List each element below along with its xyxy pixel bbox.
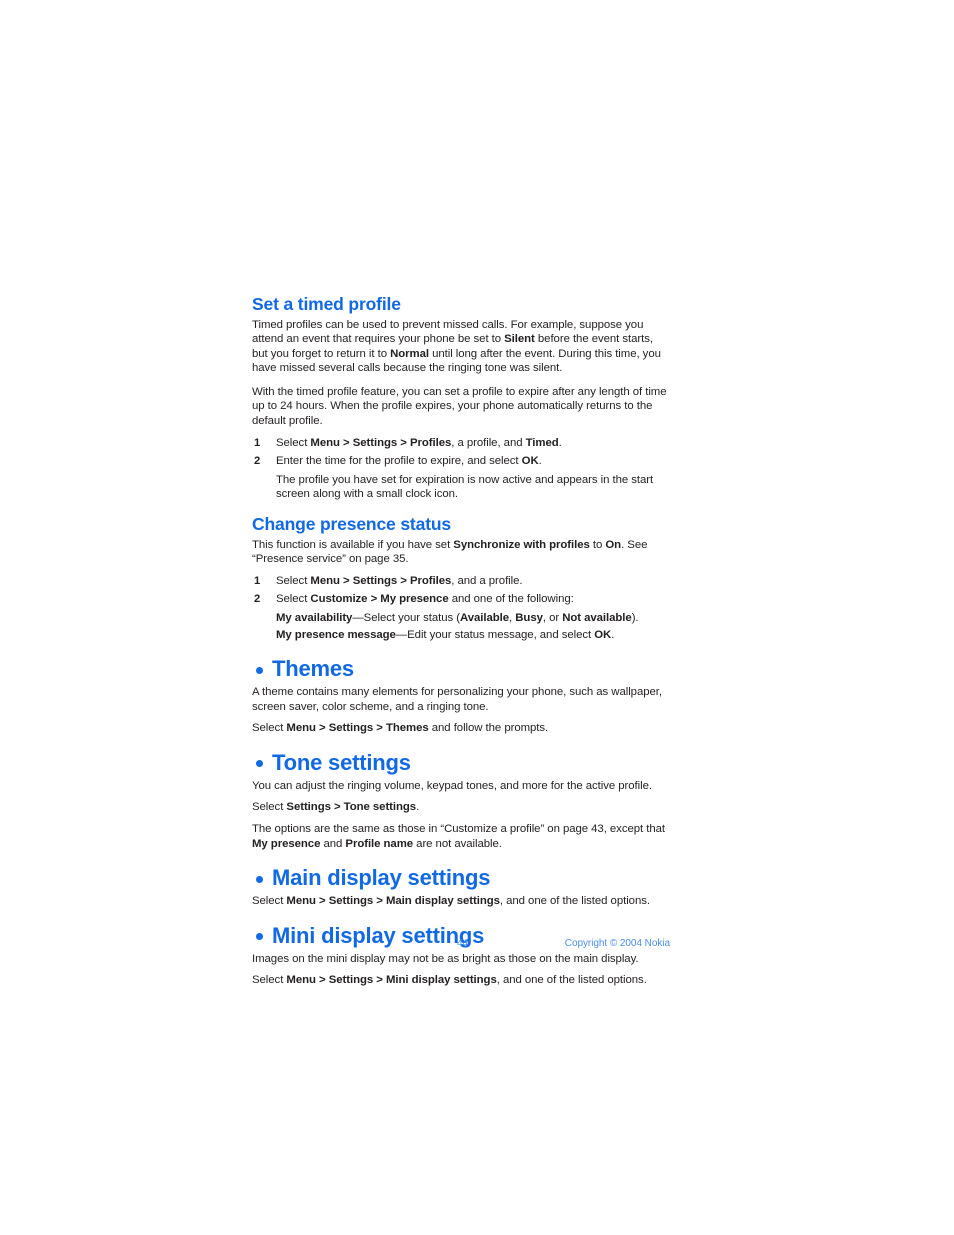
text-run: , and one of the listed options. (499, 895, 650, 908)
text-run: Select (252, 801, 287, 814)
option-label-my-presence-message: My presence message (276, 628, 396, 641)
steps-change-presence-status: 1 Select Menu > Settings > Profiles, and … (252, 574, 670, 607)
status-available: Available (459, 611, 510, 624)
list-item-step-1: 1 Select Menu > Settings > Profiles, a pr… (252, 436, 670, 451)
heading-main-display-settings: Main display settings (252, 867, 670, 889)
text-run: ). (631, 611, 639, 624)
copyright-notice: Copyright © 2004 Nokia (564, 938, 670, 949)
paragraph-tone-settings-select: Select Settings > Tone settings. (252, 800, 670, 815)
paragraph-timed-profile-feature: With the timed profile feature, you can … (252, 385, 667, 428)
document-page-content: Set a timed profile Timed profiles can b… (252, 294, 670, 988)
text-run: . (611, 628, 615, 641)
menu-path-profiles: Menu > Settings > Profiles (310, 574, 452, 587)
heading-text: Mini display settings (272, 922, 485, 948)
menu-path-main-display-settings: Menu > Settings > Main display settings (286, 895, 500, 908)
heading-tone-settings: Tone settings (252, 749, 670, 775)
paragraph-mini-display-brightness: Images on the mini display may not be as… (252, 952, 639, 965)
text-run: Select (252, 974, 287, 987)
text-run: and (320, 837, 346, 850)
option-my-availability: My availability—Select your status (Avai… (252, 611, 670, 626)
text-run: and follow the prompts. (428, 722, 549, 735)
paragraph-tone-settings-description: You can adjust the ringing volume, keypa… (252, 779, 652, 792)
emphasis-timed: Timed (525, 436, 559, 449)
text-run: Select (276, 593, 311, 606)
text-run: Select (252, 722, 287, 735)
section-bullet-icon (256, 875, 263, 883)
emphasis-ok: OK (521, 455, 539, 468)
menu-path-profiles: Menu > Settings > Profiles (310, 436, 452, 449)
paragraph-tone-settings-options: The options are the same as those in “Cu… (252, 822, 670, 851)
status-not-available: Not available (562, 611, 632, 624)
text-run: Enter the time for the profile to expire… (276, 455, 522, 468)
text-run: , or (542, 611, 563, 624)
paragraph-timed-profile-intro: Timed profiles can be used to prevent mi… (252, 318, 670, 376)
emphasis-silent: Silent (504, 333, 535, 346)
text-run: are not available. (413, 837, 502, 850)
step-number: 1 (254, 574, 261, 587)
text-run: , and one of the listed options. (496, 974, 647, 987)
option-my-presence-message: My presence message—Edit your status mes… (252, 628, 670, 643)
heading-text: Main display settings (272, 865, 491, 891)
heading-text: Themes (272, 656, 354, 682)
note-expiration-start-screen: The profile you have set for expiration … (276, 473, 654, 501)
emphasis-on: On (605, 538, 622, 551)
list-item-step-2: 2 Enter the time for the profile to expir… (252, 454, 670, 469)
text-run: . (538, 455, 542, 468)
section-bullet-icon (256, 760, 263, 768)
emphasis-normal: Normal (390, 347, 429, 360)
text-run: . (558, 436, 562, 449)
menu-path-themes: Menu > Settings > Themes (286, 722, 429, 735)
status-busy: Busy (515, 611, 543, 624)
list-item-step-1: 1 Select Menu > Settings > Profiles, and … (252, 574, 670, 589)
menu-path-mini-display-settings: Menu > Settings > Mini display settings (286, 974, 497, 987)
paragraph-presence-availability: This function is available if you have s… (252, 538, 670, 567)
step-number: 2 (254, 593, 261, 606)
text-run: . (416, 801, 420, 814)
option-label-my-availability: My availability (276, 611, 353, 624)
emphasis-my-presence: My presence (252, 837, 321, 850)
paragraph-themes-description: A theme contains many elements for perso… (252, 686, 662, 713)
list-item-step-2: 2 Select Customize > My presence and one … (252, 592, 670, 607)
text-run: and one of the following: (448, 593, 574, 606)
paragraph-main-display-settings-select: Select Menu > Settings > Main display se… (252, 894, 670, 909)
section-bullet-icon (256, 933, 263, 941)
steps-set-a-timed-profile: 1 Select Menu > Settings > Profiles, a pr… (252, 436, 670, 469)
text-run: Select (276, 436, 311, 449)
text-run: —Select your status ( (352, 611, 460, 624)
emphasis-ok: OK (594, 628, 612, 641)
step-number: 2 (254, 455, 261, 468)
paragraph-mini-display-settings-select: Select Menu > Settings > Mini display se… (252, 973, 670, 988)
menu-path-customize-my-presence: Customize > My presence (310, 593, 449, 606)
heading-text: Tone settings (272, 749, 411, 775)
menu-path-tone-settings: Settings > Tone settings (286, 801, 417, 814)
text-run: Select (276, 574, 311, 587)
heading-change-presence-status: Change presence status (252, 514, 451, 535)
text-run: Select (252, 895, 287, 908)
section-bullet-icon (256, 666, 263, 674)
text-run: , and a profile. (451, 574, 523, 587)
text-run: This function is available if you have s… (252, 538, 454, 551)
page-number: 44 (457, 938, 469, 949)
heading-themes: Themes (252, 658, 670, 680)
text-run: The options are the same as those in “Cu… (252, 823, 665, 836)
emphasis-synchronize-with-profiles: Synchronize with profiles (453, 538, 590, 551)
text-run: to (589, 538, 606, 551)
step-number: 1 (254, 436, 261, 449)
text-run: —Edit your status message, and select (395, 628, 595, 641)
heading-set-a-timed-profile: Set a timed profile (252, 294, 401, 314)
text-run: , a profile, and (451, 436, 526, 449)
paragraph-themes-select: Select Menu > Settings > Themes and foll… (252, 721, 670, 736)
emphasis-profile-name: Profile name (345, 837, 414, 850)
